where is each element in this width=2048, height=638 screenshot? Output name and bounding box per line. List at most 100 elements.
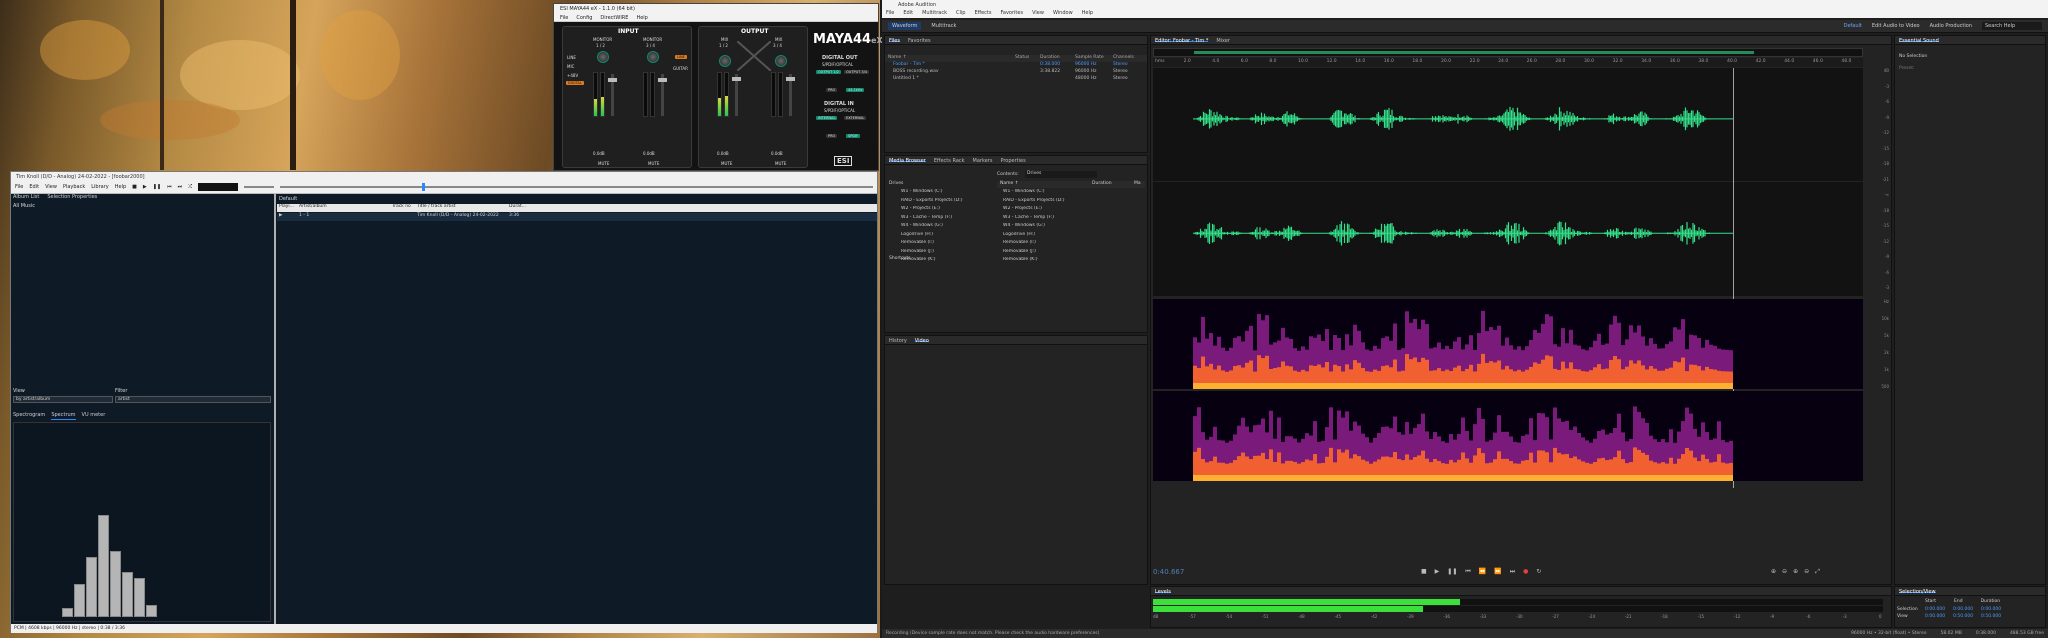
tab-essential-sound[interactable]: Essential Sound	[1899, 38, 1939, 44]
drive-tree-item[interactable]: RAID - Exports Projects (D:)	[889, 198, 989, 207]
play-icon[interactable]: ▶	[143, 184, 147, 190]
workspace-default[interactable]: Default	[1844, 23, 1862, 29]
waveform-channel-left[interactable]	[1153, 68, 1863, 181]
record-icon[interactable]: ●	[1523, 568, 1528, 576]
drive-list-item[interactable]: Removable (I:)	[997, 240, 1137, 249]
tab-editor[interactable]: Editor: Foobar - Tim *	[1155, 38, 1209, 44]
waveform-mode[interactable]: Waveform	[888, 22, 922, 30]
output-12-button[interactable]: OUTPUT 1/2	[816, 70, 842, 74]
zoom-full-icon[interactable]: ⤢	[1815, 568, 1820, 576]
maya-menu-config[interactable]: Config	[576, 15, 592, 21]
maya-menu-help[interactable]: Help	[636, 15, 647, 21]
monitor-knob-1[interactable]	[597, 51, 609, 63]
digital-input-button[interactable]: DIGITAL	[566, 81, 584, 85]
foobar-menu-file[interactable]: File	[15, 184, 23, 190]
mix-knob-1[interactable]	[719, 55, 731, 67]
pause-icon[interactable]: ❚❚	[153, 184, 161, 190]
filter-input[interactable]: artist	[115, 396, 271, 403]
col-playing[interactable]: Playi...	[277, 204, 299, 212]
col-channels[interactable]: Channels	[1113, 55, 1134, 62]
drive-list-item[interactable]: Removable (K:)	[997, 257, 1137, 266]
output-fader-1[interactable]	[732, 74, 741, 116]
overview-bar[interactable]	[1153, 48, 1863, 57]
drive-list-item[interactable]: W1 - Windows (C:)	[997, 189, 1137, 198]
col-sample-rate[interactable]: Sample Rate	[1075, 55, 1113, 62]
monitor-knob-2[interactable]	[647, 51, 659, 63]
au-menu-view[interactable]: View	[1032, 10, 1044, 17]
sel-duration[interactable]: 0:50.000	[1981, 614, 2001, 621]
au-menu-clip[interactable]: Clip	[956, 10, 965, 17]
rewind-icon[interactable]: ⏪	[1479, 568, 1486, 576]
stop-icon[interactable]: ■	[132, 184, 137, 190]
drive-tree-item[interactable]: W2 - Projects (E:)	[889, 206, 989, 215]
stop-transport-icon[interactable]: ■	[1421, 568, 1427, 576]
playlist-tab-default[interactable]: Default	[279, 196, 297, 202]
drives-tree-label[interactable]: Drives	[889, 181, 903, 186]
mb-col-name[interactable]: Name ↑	[997, 181, 1092, 188]
loop-icon[interactable]: ↻	[1536, 568, 1541, 576]
pro-toggle-2[interactable]: PRO	[826, 134, 838, 138]
tab-mixer[interactable]: Mixer	[1216, 38, 1230, 44]
drive-list-item[interactable]: W4 - Windows (G:)	[997, 223, 1137, 232]
volume-slider[interactable]	[244, 186, 275, 188]
mic-toggle[interactable]: MIC	[567, 64, 574, 69]
drive-tree-item[interactable]: W4 - Windows (G:)	[889, 223, 989, 232]
col-track-no[interactable]: Track no	[392, 204, 417, 212]
au-menu-multitrack[interactable]: Multitrack	[922, 10, 947, 17]
foobar-menu-help[interactable]: Help	[115, 184, 126, 190]
drive-tree-item[interactable]: Removable (I:)	[889, 240, 989, 249]
sel-start[interactable]: 0:00.000	[1925, 607, 1953, 614]
pause-transport-icon[interactable]: ❚❚	[1447, 568, 1457, 576]
internal-sync-button[interactable]: INTERNAL	[816, 116, 838, 120]
tab-files[interactable]: Files	[889, 38, 900, 44]
tab-spectrum[interactable]: Spectrum	[51, 412, 76, 420]
level-toggle-1[interactable]: 44.1kHz	[846, 88, 865, 92]
tab-selection-properties[interactable]: Selection Properties	[47, 194, 97, 202]
to-end-icon[interactable]: ⏭	[1510, 568, 1515, 576]
sel-end[interactable]: 0:00.000	[1953, 607, 1981, 614]
col-name[interactable]: Name ↑	[885, 55, 1015, 62]
au-menu-edit[interactable]: Edit	[903, 10, 913, 17]
zoom-in-time-icon[interactable]: ⊕	[1793, 568, 1798, 576]
au-menu-file[interactable]: File	[886, 10, 894, 17]
au-menu-favorites[interactable]: Favorites	[1000, 10, 1023, 17]
tab-media-browser[interactable]: Media Browser	[889, 158, 926, 164]
waveform-channel-right[interactable]	[1153, 182, 1863, 296]
drive-list-item[interactable]: Removable (J:)	[997, 249, 1137, 258]
au-menu-effects[interactable]: Effects	[974, 10, 991, 17]
tab-spectrogram[interactable]: Spectrogram	[13, 412, 45, 420]
play-transport-icon[interactable]: ▶	[1435, 568, 1440, 576]
search-help-input[interactable]: Search Help	[1982, 22, 2042, 30]
zoom-in-amplitude-icon[interactable]: ⊕	[1771, 568, 1776, 576]
tab-effects-rack[interactable]: Effects Rack	[934, 158, 965, 164]
drive-list-item[interactable]: W3 - Cache - Temp (F:)	[997, 215, 1137, 224]
maya-menu-file[interactable]: File	[560, 15, 568, 21]
tab-properties[interactable]: Properties	[1000, 158, 1025, 164]
col-duration[interactable]: Duration	[1040, 55, 1075, 62]
mb-col-ma[interactable]: Ma	[1134, 181, 1141, 188]
mute-output-2[interactable]: MUTE	[775, 161, 786, 166]
mute-output-1[interactable]: MUTE	[721, 161, 732, 166]
splitter[interactable]	[274, 194, 276, 626]
to-start-icon[interactable]: ⏮	[1465, 568, 1470, 576]
line-button[interactable]: LINE	[675, 55, 687, 59]
tree-root[interactable]: All Music	[13, 203, 35, 209]
spectrogram-right[interactable]	[1153, 391, 1863, 481]
file-row[interactable]: Untitled 1 * 48000 Hz Stereo	[885, 76, 1147, 83]
time-ruler[interactable]: hms 2.0 4.0 6.0 8.0 10.0 12.0 14.0 16.0 18.0 20.0 2…	[1153, 58, 1863, 67]
view-select[interactable]: by artist/album	[13, 396, 113, 403]
playlist-row[interactable]: ▶ 1 - 1 Tim Knoll (D/D - Analog) 24-02-2…	[277, 213, 877, 221]
tab-levels[interactable]: Levels	[1155, 589, 1171, 595]
drive-tree-item[interactable]: Logodrive (H:)	[889, 232, 989, 241]
workspace-audio-production[interactable]: Audio Production	[1930, 23, 1972, 29]
drive-list-item[interactable]: Logodrive (H:)	[997, 232, 1137, 241]
foobar-menu-edit[interactable]: Edit	[29, 184, 39, 190]
drive-list-item[interactable]: RAID - Exports Projects (D:)	[997, 198, 1137, 207]
col-artist-album[interactable]: Artist/album	[299, 204, 392, 212]
zoom-out-time-icon[interactable]: ⊖	[1804, 568, 1809, 576]
level-toggle-2[interactable]: SPDIF	[846, 134, 861, 138]
col-duration[interactable]: Durat...	[509, 204, 539, 212]
seek-bar[interactable]	[280, 183, 873, 191]
au-menu-window[interactable]: Window	[1053, 10, 1073, 17]
phantom-toggle[interactable]: +48V	[567, 73, 578, 78]
